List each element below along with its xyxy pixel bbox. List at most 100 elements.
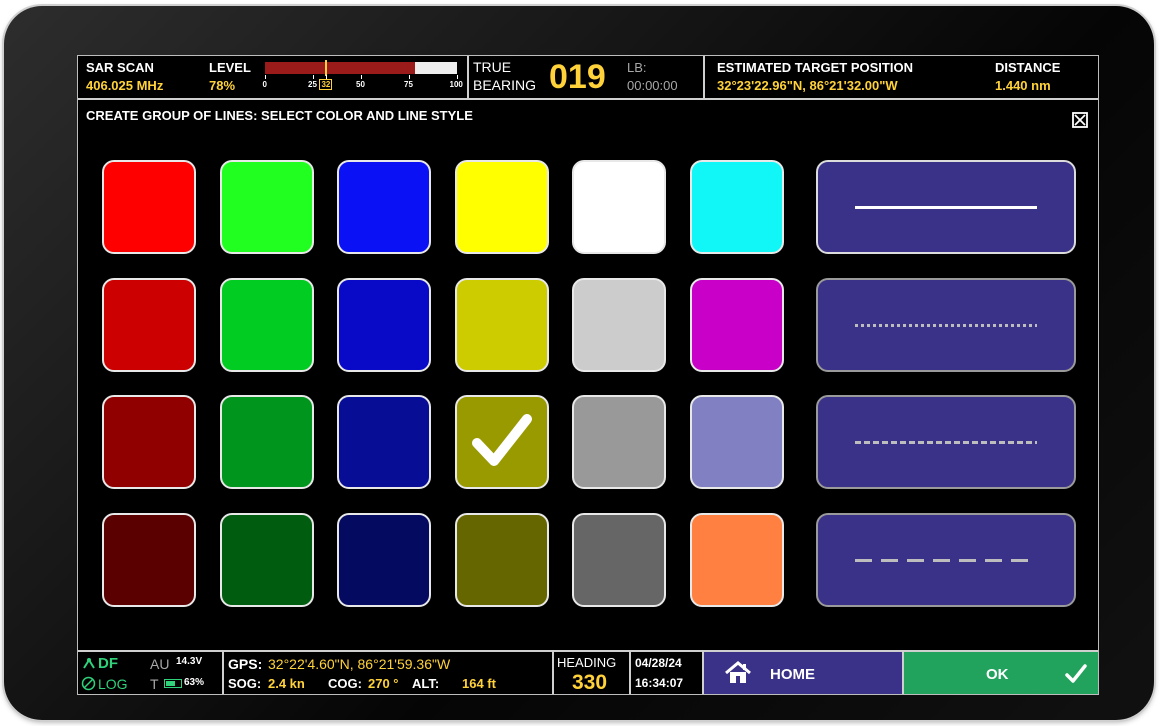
- true-label: TRUE: [473, 59, 512, 75]
- color-swatch[interactable]: [572, 160, 666, 254]
- date-time-panel: 04/28/24 16:34:07: [631, 652, 704, 694]
- level-tick: [265, 75, 266, 79]
- level-tick-label: 75: [404, 80, 413, 89]
- level-tick-label: 50: [356, 80, 365, 89]
- close-icon[interactable]: [1072, 112, 1088, 128]
- level-percent: 78%: [209, 78, 236, 93]
- level-tick-label: 0: [262, 80, 267, 89]
- color-swatch[interactable]: [337, 395, 431, 489]
- color-swatch[interactable]: [102, 512, 196, 607]
- color-swatch[interactable]: [102, 395, 196, 489]
- checkmark-icon: [1065, 664, 1087, 683]
- color-swatch[interactable]: [689, 512, 784, 607]
- home-icon: [725, 661, 751, 683]
- color-swatch[interactable]: [337, 512, 431, 607]
- level-tick: [457, 75, 458, 79]
- color-swatch-selected[interactable]: [454, 395, 549, 489]
- color-swatch[interactable]: [689, 160, 784, 254]
- color-swatch[interactable]: [337, 277, 431, 372]
- heading-label: HEADING: [557, 655, 617, 670]
- sog-label: SOG:: [228, 676, 262, 691]
- mode-power-panel: DF LOG AU 14.3V T 63%: [78, 652, 224, 694]
- level-tick-label: 100: [449, 80, 463, 89]
- color-swatch[interactable]: [454, 512, 549, 607]
- line-style-long-dashed-preview: [855, 558, 1037, 562]
- time-value: 16:34:07: [635, 676, 684, 690]
- color-swatch[interactable]: [454, 160, 549, 254]
- bearing-value: 019: [549, 58, 606, 96]
- log-mode[interactable]: LOG: [98, 677, 128, 691]
- level-tick: [313, 75, 314, 79]
- color-swatch[interactable]: [572, 395, 666, 489]
- level-tick: [361, 75, 362, 79]
- color-swatch[interactable]: [454, 277, 549, 372]
- distance-label: DISTANCE: [995, 60, 1061, 75]
- antenna-icon: [83, 658, 95, 669]
- lb-time: 00:00:00: [627, 78, 678, 93]
- color-swatch[interactable]: [102, 160, 196, 254]
- battery-percent: 63%: [184, 677, 205, 688]
- color-swatch[interactable]: [219, 277, 314, 372]
- sar-scan-label: SAR SCAN: [86, 60, 154, 75]
- date-value: 04/28/24: [635, 656, 682, 670]
- checkmark-icon: [471, 414, 532, 466]
- df-mode[interactable]: DF: [98, 656, 118, 671]
- level-meter: [265, 60, 457, 76]
- line-style-long-dashed-button[interactable]: [816, 512, 1076, 607]
- level-tick-label: 32: [319, 79, 333, 90]
- target-position-value: 32°23'22.96"N, 86°21'32.00"W: [717, 78, 898, 93]
- t-label: T: [150, 676, 159, 692]
- gps-label: GPS:: [228, 656, 263, 672]
- voltage-value: 14.3V: [176, 656, 203, 667]
- cog-value: 270 °: [368, 676, 399, 691]
- line-style-dense-dashed-preview: [855, 441, 1037, 444]
- cog-label: COG:: [328, 676, 362, 691]
- line-style-dense-dashed-button[interactable]: [816, 395, 1076, 489]
- device-screen: SAR SCAN 406.025 MHz LEVEL 78% 0 25 32 50 75…: [77, 55, 1099, 695]
- level-meter-fill: [265, 62, 415, 74]
- alt-label: ALT:: [412, 676, 440, 691]
- sar-frequency: 406.025 MHz: [86, 78, 164, 93]
- color-swatch[interactable]: [572, 512, 666, 607]
- gps-panel: GPS: 32°22'4.60"N, 86°21'59.36"W SOG: 2.…: [224, 652, 554, 694]
- level-label: LEVEL: [209, 60, 251, 75]
- heading-panel: HEADING 330: [554, 652, 631, 694]
- ok-button[interactable]: OK: [904, 652, 1098, 694]
- lb-label: LB:: [627, 60, 647, 75]
- bearing-label: BEARING: [473, 77, 537, 93]
- ok-label: OK: [986, 666, 1009, 683]
- line-style-solid-button[interactable]: [816, 160, 1076, 254]
- color-swatch[interactable]: [689, 277, 784, 372]
- home-label: HOME: [770, 666, 815, 683]
- heading-value: 330: [572, 671, 608, 694]
- alt-value: 164 ft: [462, 676, 496, 691]
- line-style-solid-preview: [855, 206, 1037, 209]
- gps-value: 32°22'4.60"N, 86°21'59.36"W: [268, 656, 451, 672]
- battery-icon: [164, 679, 182, 688]
- battery-fill: [166, 681, 175, 686]
- dialog-title: CREATE GROUP OF LINES: SELECT COLOR AND …: [86, 108, 473, 123]
- level-tick: [409, 75, 410, 79]
- color-swatch[interactable]: [219, 512, 314, 607]
- color-swatch[interactable]: [219, 395, 314, 489]
- color-swatch[interactable]: [219, 160, 314, 254]
- top-status-bar: SAR SCAN 406.025 MHz LEVEL 78% 0 25 32 50 75…: [78, 56, 1098, 100]
- compass-off-icon: [81, 676, 96, 691]
- target-position-panel: ESTIMATED TARGET POSITION 32°23'22.96"N,…: [705, 56, 1098, 98]
- color-swatch[interactable]: [337, 160, 431, 254]
- scan-level-panel: SAR SCAN 406.025 MHz LEVEL 78% 0 25 32 50 75…: [78, 56, 469, 98]
- bottom-status-bar: DF LOG AU 14.3V T 63% GPS: 32°22'4.60"N,…: [78, 650, 1098, 694]
- au-label: AU: [150, 656, 170, 672]
- distance-value: 1.440 nm: [995, 78, 1051, 93]
- level-tick-label: 25: [308, 80, 317, 89]
- target-position-label: ESTIMATED TARGET POSITION: [717, 60, 913, 75]
- home-button[interactable]: HOME: [704, 652, 904, 694]
- level-threshold-marker[interactable]: [325, 60, 328, 76]
- line-style-dotted-preview: [855, 323, 1037, 327]
- line-style-dotted-button[interactable]: [816, 277, 1076, 372]
- tablet-device: SAR SCAN 406.025 MHz LEVEL 78% 0 25 32 50 75…: [4, 6, 1154, 720]
- color-swatch[interactable]: [572, 277, 666, 372]
- sog-value: 2.4 kn: [268, 676, 305, 691]
- color-swatch[interactable]: [102, 277, 196, 372]
- color-swatch[interactable]: [689, 395, 784, 489]
